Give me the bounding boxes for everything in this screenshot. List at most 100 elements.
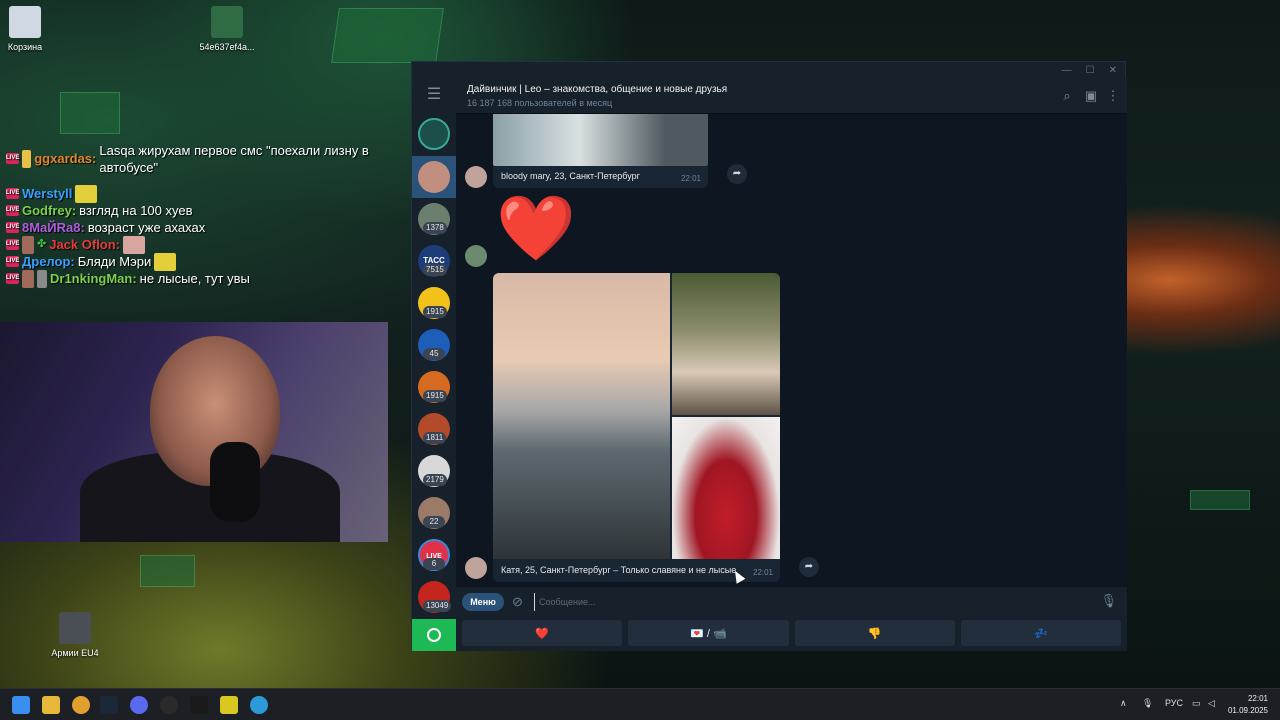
unread-badge: 45 <box>423 348 445 360</box>
photo-album[interactable]: Катя, 25, Санкт-Петербург – Только славя… <box>493 273 780 582</box>
clock[interactable]: 22:01 01.09.2025 <box>1228 693 1268 717</box>
unread-badge: 1915 <box>423 306 447 318</box>
search-icon[interactable]: ⌕ <box>1059 88 1075 104</box>
desktop-icon-file[interactable]: 54e637ef4a... <box>192 6 262 52</box>
telegram-taskbar-icon[interactable] <box>250 696 268 714</box>
chat-message: Бляди Мэри <box>77 254 152 269</box>
message-input[interactable] <box>534 593 1074 611</box>
microphone-icon[interactable]: 🎙 <box>1100 593 1117 609</box>
message-list[interactable]: bloody mary, 23, Санкт-Петербург 22:01 ➦… <box>456 114 1127 587</box>
maximize-icon[interactable]: ☐ <box>1086 65 1095 76</box>
window-titlebar: — ☐ ✕ <box>412 62 1125 78</box>
chat-username: Jack Oflon: <box>49 237 121 252</box>
stream-chat-overlay: LIVE ggxardas: Lasqa жирухам первое смс … <box>6 143 406 288</box>
chat-header[interactable]: Дайвинчик | Leo – знакомства, общение и … <box>456 78 1127 114</box>
bg-screen-panel <box>1190 490 1250 510</box>
unread-badge: 6 <box>423 558 445 570</box>
dislike-button[interactable]: 👎 <box>794 620 955 646</box>
sender-avatar[interactable] <box>465 557 487 579</box>
telegram-window: — ☐ ✕ ☰ 1378 ТАСС 7515 1915 45 1915 1811… <box>411 61 1127 651</box>
desktop-icon-label: Армии EU4 <box>51 648 99 658</box>
clock-date: 01.09.2025 <box>1227 706 1268 715</box>
avatar-icon <box>22 269 34 288</box>
show-hidden-icons-chevron-icon[interactable]: ∧ <box>1120 698 1127 709</box>
message-caption: bloody mary, 23, Санкт-Петербург 22:01 <box>493 166 708 188</box>
chat-title: Дайвинчик | Leo – знакомства, общение и … <box>467 84 728 95</box>
game-shortcut-icon <box>59 612 91 644</box>
bg-screen-panel <box>140 555 195 587</box>
more-options-icon[interactable]: ⋮ <box>1105 88 1121 104</box>
album-photo[interactable] <box>672 417 780 559</box>
media-player-icon[interactable] <box>130 696 148 714</box>
live-badge-icon: LIVE <box>6 239 19 250</box>
forward-icon[interactable]: ➦ <box>799 557 819 577</box>
archive-icon[interactable] <box>418 118 450 150</box>
bot-menu-button[interactable]: Меню <box>462 593 504 611</box>
bot-keyboard: ❤️ 💌 / 📹 👎 💤 <box>456 617 1127 651</box>
clover-icon: ✤ <box>37 238 47 250</box>
chrome-icon[interactable] <box>72 696 90 714</box>
chat-line: LIVE Дрелор: Бляди Мэри <box>6 252 406 271</box>
microphone-tray-icon[interactable]: 🎙 <box>1142 698 1153 709</box>
chat-line: LIVE ggxardas: Lasqa жирухам первое смс … <box>6 143 406 175</box>
start-windows-icon[interactable] <box>12 696 30 714</box>
unread-badge: 1811 <box>423 432 447 444</box>
sidebar-toggle-icon[interactable]: ▣ <box>1083 88 1099 104</box>
chat-line: LIVE ✤ Jack Oflon: <box>6 235 406 254</box>
bg-screen-panel <box>331 8 444 63</box>
language-indicator[interactable]: РУС <box>1165 698 1183 708</box>
live-badge-icon: LIVE <box>6 222 19 233</box>
unread-badge: 13049 <box>423 600 452 612</box>
chat-username: 8MaЙRa8: <box>22 220 85 235</box>
live-badge-icon: LIVE <box>6 153 19 164</box>
chat-line: LIVE 8MaЙRa8: возраст уже ахахах <box>6 219 406 236</box>
sleep-button[interactable]: 💤 <box>960 620 1121 646</box>
bg-screen-panel <box>60 92 120 134</box>
app-icon[interactable] <box>190 696 208 714</box>
composer: Меню ⊘ 🎙 <box>456 587 1127 617</box>
app-icon[interactable] <box>220 696 238 714</box>
user-avatar[interactable] <box>465 245 487 267</box>
emote-icon <box>154 252 177 271</box>
desktop-icon-recycle-bin[interactable]: Корзина <box>0 6 60 52</box>
like-button[interactable]: ❤️ <box>462 620 623 646</box>
badge-icon <box>22 149 32 168</box>
desktop-icon-eu4[interactable]: Армии EU4 <box>40 612 110 658</box>
emote-icon <box>75 184 98 203</box>
live-badge-icon: LIVE <box>6 188 19 199</box>
album-photo[interactable] <box>672 273 780 415</box>
taskbar: ∧ 🎙 РУС ▭ ◁ 22:01 01.09.2025 <box>0 688 1280 720</box>
webcam-feed <box>0 322 388 542</box>
chat-message: Lasqa жирухам первое смс "поехали лизну … <box>99 142 369 175</box>
profile-photo[interactable] <box>493 114 708 166</box>
chat-folder-rail: ☰ 1378 ТАСС 7515 1915 45 1915 1811 2179 … <box>412 78 456 651</box>
minimize-icon[interactable]: — <box>1062 65 1072 76</box>
chat-line: LIVE Godfrey: взгляд на 100 хуев <box>6 202 406 219</box>
close-icon[interactable]: ✕ <box>1109 65 1117 76</box>
hamburger-menu-icon[interactable]: ☰ <box>412 78 456 110</box>
recycle-bin-icon <box>9 6 41 38</box>
network-icon[interactable]: ▭ <box>1192 698 1201 709</box>
clock-time: 22:01 <box>1247 694 1268 703</box>
sender-avatar[interactable] <box>465 166 487 188</box>
chat-username: Dr1nkingMan: <box>50 271 137 286</box>
chat-message: не лысые, тут увы <box>139 271 250 286</box>
chat-username: Дрелор: <box>22 254 75 269</box>
unread-badge: 1915 <box>423 390 447 402</box>
obs-icon[interactable] <box>160 696 178 714</box>
chat-line: LIVE Werstyll <box>6 184 406 203</box>
chat-username: Werstyll <box>22 186 73 201</box>
unread-badge: 2179 <box>423 474 447 486</box>
whatsapp-icon[interactable] <box>412 619 456 651</box>
chat-message: взгляд на 100 хуев <box>79 203 193 218</box>
file-explorer-icon[interactable] <box>42 696 60 714</box>
steam-icon[interactable] <box>100 696 118 714</box>
unread-badge: 1378 <box>423 222 447 234</box>
volume-icon[interactable]: ◁ <box>1208 698 1215 709</box>
album-photo[interactable] <box>493 273 670 559</box>
chat-avatar-active[interactable] <box>418 161 450 193</box>
message-video-button[interactable]: 💌 / 📹 <box>628 620 789 646</box>
forward-icon[interactable]: ➦ <box>727 164 747 184</box>
attach-icon[interactable]: ⊘ <box>512 594 523 610</box>
desktop-icon-label: Корзина <box>7 42 43 52</box>
